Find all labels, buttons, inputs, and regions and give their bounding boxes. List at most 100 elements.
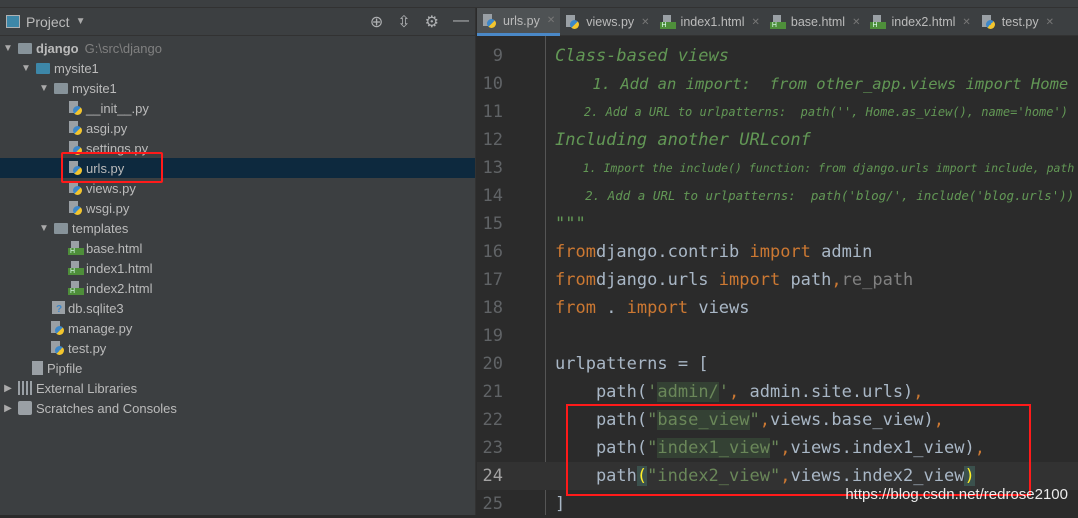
line-number: 14 [482, 186, 503, 206]
code-token: , [729, 382, 750, 402]
html-file-icon [659, 15, 676, 29]
tree-item[interactable]: ▶ Scratches and Consoles [0, 398, 475, 418]
code-text: from . import views [555, 294, 750, 322]
close-icon[interactable]: ✕ [751, 17, 759, 28]
tree-item-label: index1.html [86, 260, 153, 276]
py-file-icon [565, 15, 580, 29]
tree-item[interactable]: ▼ mysite1 [0, 78, 475, 98]
code-token: admin/ [657, 382, 719, 402]
code-token: import [718, 270, 781, 290]
tree-item-label: mysite1 [72, 80, 117, 96]
project-icon [6, 15, 20, 28]
tree-item[interactable]: test.py [0, 338, 475, 358]
code-token: path( [555, 382, 648, 402]
tab-label: views.py [586, 15, 635, 29]
tree-item[interactable]: index1.html [0, 258, 475, 278]
code-text: Class-based views [555, 42, 729, 70]
folder-icon [36, 62, 50, 74]
close-icon[interactable]: ✕ [641, 17, 649, 28]
expanded-arrow-icon[interactable]: ▼ [38, 223, 50, 234]
tree-item[interactable]: ▼ mysite1 [0, 58, 475, 78]
folder-icon [54, 82, 68, 94]
code-line: 13 1. Import the include() function: fro… [477, 154, 1078, 182]
tree-item-label: index2.html [86, 280, 153, 296]
collapse-icon[interactable]: ⇳ [397, 12, 410, 32]
code-line: 10 1. Add an import: from other_app.view… [477, 70, 1078, 98]
collapsed-arrow-icon[interactable]: ▶ [2, 383, 14, 394]
close-icon[interactable]: ✕ [1046, 17, 1054, 28]
expanded-arrow-icon[interactable]: ▼ [2, 43, 14, 54]
close-icon[interactable]: ✕ [547, 15, 555, 26]
editor-tabs: urls.py✕views.py✕index1.html✕base.html✕i… [477, 8, 1078, 36]
code-token: django.contrib [595, 242, 750, 262]
locate-icon[interactable]: ⊕ [370, 12, 383, 32]
tab-label: test.py [1001, 15, 1039, 29]
tree-item[interactable]: base.html [0, 238, 475, 258]
line-number: 23 [482, 438, 503, 458]
tree-item-label: Pipfile [47, 360, 83, 376]
code-line: 18 from . import views [477, 294, 1078, 322]
tree-item-label: __init__.py [86, 100, 149, 116]
code-text: fromdjango.urls import path,re_path [555, 266, 913, 294]
code-line: 11 2. Add a URL to urlpatterns: path('',… [477, 98, 1078, 126]
tree-item[interactable]: Pipfile [0, 358, 475, 378]
close-icon[interactable]: ✕ [852, 17, 860, 28]
tab-label: urls.py [503, 13, 540, 28]
tree-item[interactable]: ▼ templates [0, 218, 475, 238]
tab-index1-html[interactable]: index1.html ✕ [655, 8, 765, 36]
code-token: ' [718, 382, 730, 402]
minimize-icon[interactable]: — [453, 12, 469, 32]
code-token: admin.site.urls) [749, 382, 914, 402]
code-token: path [780, 270, 832, 290]
code-line: 16 fromdjango.contrib import admin [477, 238, 1078, 266]
expanded-arrow-icon[interactable]: ▼ [20, 63, 32, 74]
code-text: path('admin/', admin.site.urls), [555, 378, 924, 406]
tree-item-label: wsgi.py [86, 200, 130, 216]
tab-urls-py[interactable]: urls.py ✕ [477, 8, 561, 36]
code-text: 2. Add a URL to urlpatterns: path('blog/… [555, 182, 1074, 210]
tab-index2-html[interactable]: index2.html ✕ [865, 8, 975, 36]
line-number: 12 [482, 130, 503, 150]
code-line: 9 Class-based views [477, 42, 1078, 70]
project-panel-header: Project ▼ ⊕ ⇳ ⚙ — [0, 8, 475, 36]
py-file-icon [981, 15, 995, 29]
code-line: 21 path('admin/', admin.site.urls), [477, 378, 1078, 406]
html-file-icon [870, 15, 887, 29]
tree-item[interactable]: index2.html [0, 278, 475, 298]
line-number: 20 [482, 354, 503, 374]
tree-item[interactable]: wsgi.py [0, 198, 475, 218]
tree-item-label: Scratches and Consoles [36, 400, 177, 416]
code-text: 1. Import the include() function: from d… [555, 154, 1075, 182]
code-text: ] [555, 490, 565, 518]
chevron-down-icon[interactable]: ▼ [76, 16, 86, 27]
tree-item[interactable]: asgi.py [0, 118, 475, 138]
code-token: from [555, 270, 596, 290]
tree-item[interactable]: __init__.py [0, 98, 475, 118]
tab-base-html[interactable]: base.html ✕ [765, 8, 866, 36]
txt-icon [32, 361, 43, 375]
tree-item[interactable]: ▶ External Libraries [0, 378, 475, 398]
line-number: 22 [482, 410, 503, 430]
tree-item[interactable]: manage.py [0, 318, 475, 338]
line-number: 10 [482, 74, 503, 94]
gear-icon[interactable]: ⚙ [425, 12, 439, 32]
db-icon [50, 301, 65, 315]
code-token: ] [555, 494, 566, 514]
tree-item-label: test.py [68, 340, 107, 356]
code-token: 2. Add a URL to urlpatterns: path('blog/… [555, 188, 1075, 203]
code-token: , [831, 270, 842, 290]
collapsed-arrow-icon[interactable]: ▶ [2, 403, 14, 414]
tree-item[interactable]: ▼ django G:\src\django [0, 38, 475, 58]
tab-test-py[interactable]: test.py ✕ [976, 8, 1059, 36]
tab-views-py[interactable]: views.py ✕ [560, 8, 654, 36]
tree-item[interactable]: db.sqlite3 [0, 298, 475, 318]
folder-icon [18, 42, 32, 54]
code-token: views [688, 298, 750, 318]
close-icon[interactable]: ✕ [962, 17, 970, 28]
code-text: 2. Add a URL to urlpatterns: path('', Ho… [555, 98, 1068, 126]
project-view-selector[interactable]: Project [26, 14, 70, 30]
code-token: from [555, 298, 596, 318]
line-number: 11 [482, 102, 503, 122]
expanded-arrow-icon[interactable]: ▼ [38, 83, 50, 94]
html-icon [68, 241, 84, 255]
